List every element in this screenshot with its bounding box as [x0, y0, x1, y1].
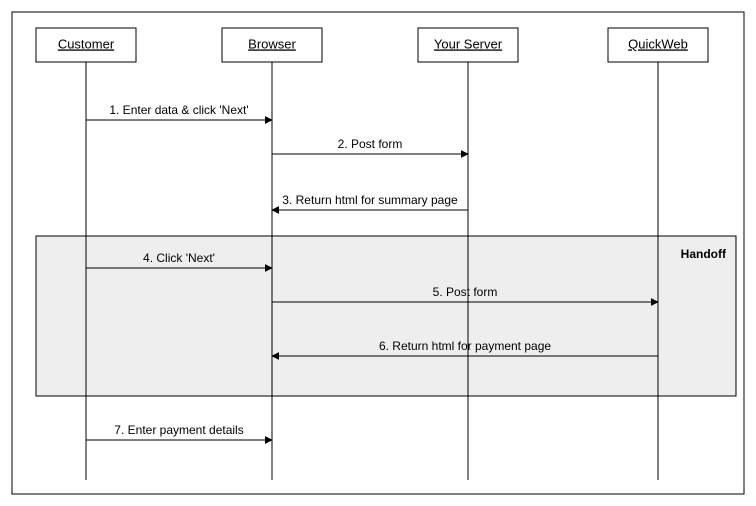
message-label: 7. Enter payment details	[114, 423, 243, 437]
message-label: 1. Enter data & click 'Next'	[109, 103, 248, 117]
sequence-diagram: Handoff Customer Browser Your Server Qui…	[0, 0, 756, 506]
participant-quickweb: QuickWeb	[608, 28, 708, 62]
participant-customer: Customer	[36, 28, 136, 62]
participant-label: QuickWeb	[628, 36, 688, 51]
message-label: 5. Post form	[433, 285, 498, 299]
participant-label: Customer	[58, 36, 115, 51]
participant-server: Your Server	[418, 28, 518, 62]
handoff-fragment	[36, 236, 736, 396]
message-label: 6. Return html for payment page	[379, 339, 551, 353]
message-label: 3. Return html for summary page	[282, 193, 458, 207]
participant-label: Browser	[248, 36, 296, 51]
message-label: 2. Post form	[338, 137, 403, 151]
participant-label: Your Server	[434, 36, 503, 51]
handoff-label: Handoff	[681, 247, 727, 261]
participant-browser: Browser	[222, 28, 322, 62]
message-label: 4. Click 'Next'	[143, 251, 215, 265]
